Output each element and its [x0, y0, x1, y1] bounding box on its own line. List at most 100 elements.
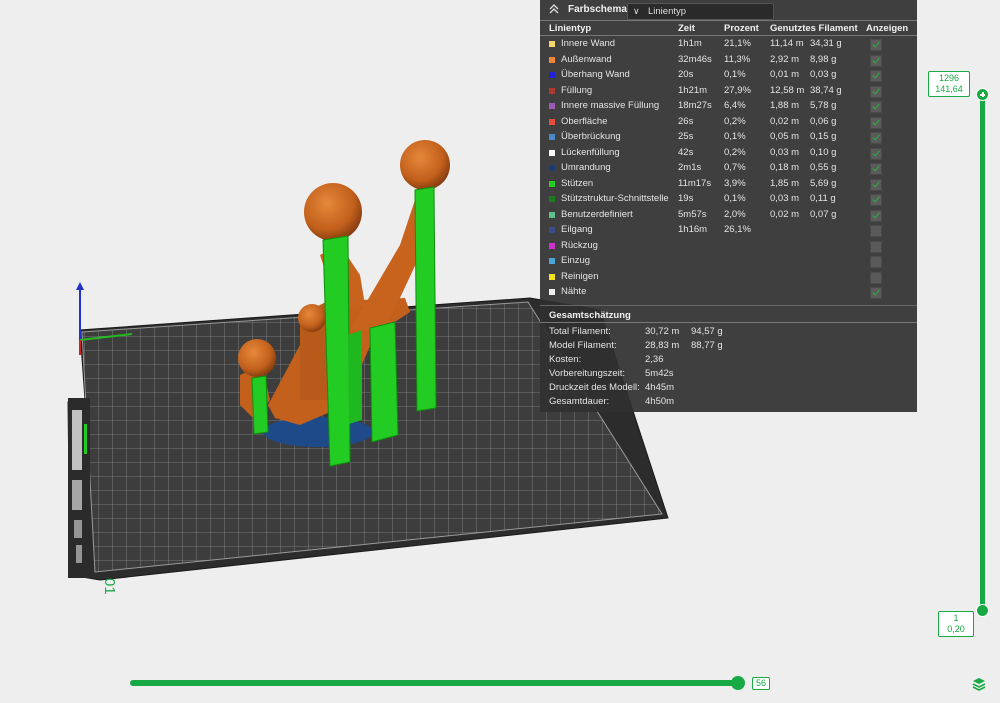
- col-percent: Prozent: [724, 23, 759, 34]
- show-checkbox[interactable]: [870, 256, 882, 268]
- layer-top-label: 1296 141,64: [928, 71, 970, 97]
- layer-bottom-label: 1 0,20: [938, 611, 974, 637]
- top-layer-height: 141,64: [935, 84, 963, 94]
- row-percent: 6,4%: [724, 100, 746, 111]
- row-weight: 38,74 g: [810, 84, 842, 96]
- row-time: 19s: [678, 193, 694, 204]
- row-time: 1h21m: [678, 84, 708, 96]
- legend-row: Überbrückung 25s 0,1% 0,05 m 0,15 g: [540, 130, 917, 145]
- summary-row: Kosten: 2,36: [540, 354, 917, 368]
- row-label: Umrandung: [561, 162, 611, 173]
- summary-row: Druckzeit des Modell: 4h45m: [540, 382, 917, 396]
- legend-row: Stützstruktur-Schnittstelle 19s 0,1% 0,03 m…: [540, 192, 917, 207]
- summary-value: 4h45m: [645, 382, 675, 393]
- row-length: 0,02 m: [770, 115, 800, 127]
- row-time: 1h1m: [678, 38, 702, 49]
- summary-title: Gesamtschätzung: [549, 310, 631, 321]
- row-percent: 0,1%: [724, 193, 746, 204]
- row-time: 18m27s: [678, 100, 712, 111]
- summary-value: 5m42s: [645, 368, 674, 379]
- summary-value-2: 94,57 g: [691, 326, 723, 337]
- row-label: Innere massive Füllung: [561, 100, 660, 111]
- color-swatch: [549, 180, 555, 187]
- color-swatch: [549, 242, 555, 249]
- summary-label: Total Filament:: [549, 326, 611, 337]
- show-checkbox[interactable]: [870, 178, 882, 191]
- legend-row: Oberfläche 26s 0,2% 0,02 m 0,06 g: [540, 115, 917, 130]
- show-checkbox[interactable]: [870, 209, 882, 222]
- legend-row: Überhang Wand 20s 0,1% 0,01 m 0,03 g: [540, 68, 917, 83]
- legend-row: Innere massive Füllung 18m27s 6,4% 1,88 m 5,…: [540, 99, 917, 114]
- legend-row: Füllung 1h21m 27,9% 12,58 m 38,74 g: [540, 84, 917, 99]
- row-length: 12,58 m: [770, 84, 805, 96]
- col-show: Anzeigen: [866, 23, 909, 34]
- legend-row: Einzug: [540, 254, 917, 269]
- row-percent: 0,2%: [724, 115, 746, 127]
- move-slider-handle[interactable]: [731, 676, 745, 690]
- row-label: Nähte: [561, 286, 587, 297]
- color-swatch: [549, 103, 555, 109]
- divider: [540, 322, 917, 323]
- layer-slider-bottom-handle[interactable]: [976, 604, 989, 617]
- summary-row: Gesamtdauer: 4h50m: [540, 396, 917, 410]
- layers-icon[interactable]: [971, 676, 987, 692]
- legend-row: Innere Wand 1h1m 21,1% 11,14 m 34,31 g: [540, 37, 917, 52]
- row-label: Lückenfüllung: [561, 146, 620, 158]
- layer-slider-top-handle[interactable]: [976, 88, 989, 101]
- divider: [540, 20, 917, 21]
- legend-row: Umrandung 2m1s 0,7% 0,18 m 0,55 g: [540, 161, 917, 176]
- show-checkbox[interactable]: [870, 132, 882, 144]
- move-slider-track[interactable]: [130, 680, 742, 686]
- row-label: Innere Wand: [561, 38, 616, 49]
- bottom-layer-height: 0,20: [947, 624, 965, 634]
- show-checkbox[interactable]: [870, 147, 882, 160]
- row-time: 42s: [678, 146, 694, 158]
- show-checkbox[interactable]: [870, 240, 882, 253]
- show-checkbox[interactable]: [870, 101, 882, 113]
- collapse-chevron-icon[interactable]: [548, 3, 560, 15]
- chevron-down-icon: ∨: [633, 6, 640, 16]
- show-checkbox[interactable]: [870, 271, 882, 284]
- color-swatch: [549, 196, 555, 202]
- layer-slider-track[interactable]: [980, 95, 985, 612]
- legend-row: Außenwand 32m46s 11,3% 2,92 m 8,98 g: [540, 53, 917, 68]
- view-type-value: Linientyp: [648, 6, 687, 17]
- show-checkbox[interactable]: [870, 225, 882, 237]
- row-label: Überhang Wand: [561, 69, 630, 80]
- show-checkbox[interactable]: [870, 287, 882, 299]
- row-percent: 0,1%: [724, 131, 746, 142]
- row-label: Außenwand: [561, 53, 612, 65]
- summary-row: Vorbereitungszeit: 5m42s: [540, 368, 917, 382]
- show-checkbox[interactable]: [870, 116, 882, 129]
- row-weight: 5,78 g: [810, 100, 837, 111]
- row-weight: 8,98 g: [810, 53, 837, 65]
- row-time: 5m57s: [678, 208, 707, 220]
- row-time: 25s: [678, 131, 694, 142]
- summary-label: Druckzeit des Modell:: [549, 382, 640, 393]
- row-weight: 0,10 g: [810, 146, 837, 158]
- bottom-layer-number: 1: [953, 613, 959, 623]
- color-scheme-panel: Farbschema ∨ Linientyp Linientyp Zeit Pr…: [540, 0, 917, 412]
- row-percent: 21,1%: [724, 38, 751, 49]
- show-checkbox[interactable]: [870, 54, 882, 67]
- row-label: Einzug: [561, 255, 591, 266]
- legend-row: Eilgang 1h16m 26,1%: [540, 223, 917, 238]
- show-checkbox[interactable]: [870, 39, 882, 51]
- panel-title: Farbschema: [568, 4, 627, 15]
- color-swatch: [549, 273, 555, 280]
- row-label: Stützen: [561, 177, 594, 189]
- show-checkbox[interactable]: [870, 70, 882, 82]
- legend-row: Lückenfüllung 42s 0,2% 0,03 m 0,10 g: [540, 146, 917, 161]
- color-swatch: [549, 149, 555, 156]
- view-type-select[interactable]: ∨ Linientyp: [627, 3, 774, 20]
- col-filament: Genutztes Filament: [770, 23, 858, 34]
- color-swatch: [549, 165, 555, 171]
- show-checkbox[interactable]: [870, 85, 882, 98]
- show-checkbox[interactable]: [870, 163, 882, 175]
- summary-value: 30,72 m: [645, 326, 680, 337]
- legend-row: Nähte: [540, 285, 917, 300]
- move-slider-value: 56: [752, 677, 771, 690]
- row-label: Stützstruktur-Schnittstelle: [561, 193, 669, 204]
- row-time: 2m1s: [678, 162, 702, 173]
- show-checkbox[interactable]: [870, 194, 882, 206]
